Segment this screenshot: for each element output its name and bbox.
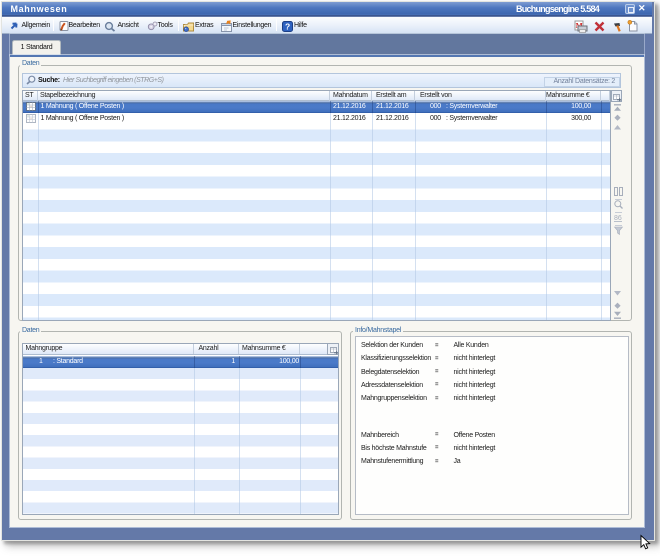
svg-text:86: 86 <box>614 215 622 222</box>
svg-text:?: ? <box>285 21 290 31</box>
